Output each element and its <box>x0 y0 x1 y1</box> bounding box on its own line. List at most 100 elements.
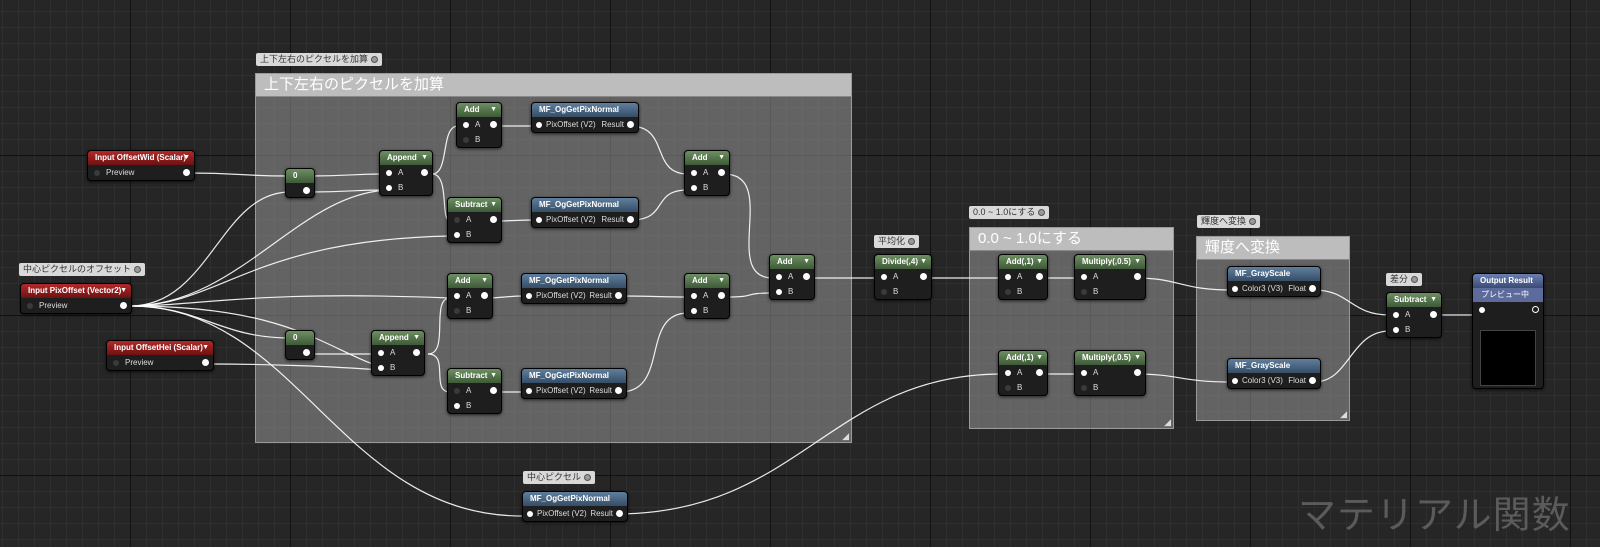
mf-get-pix-normal-node[interactable]: MF_OgGetPixNormal PixOffset (V2) Result <box>531 197 639 228</box>
pin-icon[interactable] <box>526 388 532 394</box>
pin-icon[interactable] <box>776 274 782 280</box>
input-pix-offset-node[interactable]: Input PixOffset (Vector2) ▼ Preview <box>20 283 132 314</box>
append-node[interactable]: Append ▼ A B <box>379 150 433 196</box>
output-pin[interactable] <box>1036 369 1043 376</box>
input-offset-hei-node[interactable]: Input OffsetHei (Scalar) ▼ Preview <box>106 340 214 371</box>
output-pin[interactable] <box>303 187 310 194</box>
pin-icon[interactable] <box>94 170 100 176</box>
constant-zero-node[interactable]: 0 <box>285 168 315 198</box>
pin-icon[interactable] <box>881 274 887 280</box>
pin-icon[interactable] <box>1081 370 1087 376</box>
collapse-arrow-icon[interactable]: ▼ <box>718 151 725 165</box>
pin-icon[interactable] <box>113 360 119 366</box>
collapse-arrow-icon[interactable]: ▼ <box>1036 351 1043 365</box>
output-pin[interactable] <box>481 292 488 299</box>
output-pin[interactable] <box>1532 306 1539 313</box>
pin-icon[interactable] <box>1081 289 1087 295</box>
pin-icon[interactable] <box>454 403 460 409</box>
output-pin[interactable] <box>615 387 622 394</box>
comment-bubble[interactable]: 輝度へ変換 <box>1197 215 1261 228</box>
collapse-arrow-icon[interactable]: ▼ <box>490 103 497 117</box>
pin-icon[interactable] <box>1005 385 1011 391</box>
pin-icon[interactable] <box>1393 312 1399 318</box>
input-offset-wid-node[interactable]: Input OffsetWid (Scalar) ▼ Preview <box>87 150 195 181</box>
collapse-arrow-icon[interactable]: ▼ <box>413 331 420 345</box>
add-node[interactable]: Add ▼ A B <box>456 102 502 148</box>
output-pin[interactable] <box>803 273 810 280</box>
divide-node[interactable]: Divide(,4) ▼ A B <box>874 254 932 300</box>
collapse-arrow-icon[interactable]: ▼ <box>183 151 190 165</box>
collapse-arrow-icon[interactable]: ▼ <box>718 274 725 288</box>
pin-icon[interactable] <box>1479 307 1485 313</box>
add-node[interactable]: Add ▼ A B <box>684 273 730 319</box>
append-node[interactable]: Append ▼ A B <box>371 330 425 376</box>
pin-icon[interactable] <box>691 293 697 299</box>
pin-icon[interactable] <box>1232 378 1238 384</box>
comment-bubble[interactable]: 0.0 ~ 1.0にする <box>969 206 1050 219</box>
output-pin[interactable] <box>202 359 209 366</box>
output-pin[interactable] <box>615 292 622 299</box>
output-pin[interactable] <box>1430 311 1437 318</box>
mf-grayscale-node[interactable]: MF_GrayScale Color3 (V3) Float <box>1227 266 1321 297</box>
pin-icon[interactable] <box>1005 274 1011 280</box>
pin-icon[interactable] <box>378 365 384 371</box>
pin-icon[interactable] <box>454 308 460 314</box>
output-pin[interactable] <box>413 349 420 356</box>
pin-icon[interactable] <box>454 217 460 223</box>
output-pin[interactable] <box>490 121 497 128</box>
add-node[interactable]: Add ▼ A B <box>447 273 493 319</box>
output-pin[interactable] <box>490 216 497 223</box>
pin-icon[interactable] <box>536 217 542 223</box>
pin-icon[interactable] <box>454 388 460 394</box>
mf-grayscale-node[interactable]: MF_GrayScale Color3 (V3) Float <box>1227 358 1321 389</box>
output-pin[interactable] <box>920 273 927 280</box>
collapse-arrow-icon[interactable]: ▼ <box>1134 351 1141 365</box>
collapse-arrow-icon[interactable]: ▼ <box>481 274 488 288</box>
pin-icon[interactable] <box>536 122 542 128</box>
collapse-arrow-icon[interactable]: ▼ <box>490 198 497 212</box>
collapse-arrow-icon[interactable]: ▼ <box>421 151 428 165</box>
pin-icon[interactable] <box>463 122 469 128</box>
collapse-arrow-icon[interactable]: ▼ <box>803 255 810 269</box>
comment-bubble[interactable]: 差分 <box>1386 273 1423 286</box>
output-pin[interactable] <box>303 349 310 356</box>
comment-bubble[interactable]: 上下左右のピクセルを加算 <box>256 53 383 66</box>
pin-icon[interactable] <box>691 170 697 176</box>
subtract-node[interactable]: Subtract ▼ A B <box>447 368 502 414</box>
collapse-arrow-icon[interactable]: ▼ <box>1036 255 1043 269</box>
output-pin[interactable] <box>1036 273 1043 280</box>
subtract-node[interactable]: Subtract ▼ A B <box>447 197 502 243</box>
comment-bubble[interactable]: 中心ピクセルのオフセット <box>19 263 146 276</box>
add-one-node[interactable]: Add(,1) ▼ A B <box>998 254 1048 300</box>
pin-icon[interactable] <box>776 289 782 295</box>
mf-get-pix-normal-center-node[interactable]: MF_OgGetPixNormal PixOffset (V2) Result <box>522 491 628 522</box>
collapse-arrow-icon[interactable]: ▼ <box>920 255 927 269</box>
comment-bubble[interactable]: 中心ピクセル <box>523 471 596 484</box>
pin-icon[interactable] <box>691 185 697 191</box>
comment-bubble[interactable]: 平均化 <box>874 235 920 248</box>
output-pin[interactable] <box>627 121 634 128</box>
output-pin[interactable] <box>1309 285 1316 292</box>
pin-icon[interactable] <box>386 170 392 176</box>
output-pin[interactable] <box>718 169 725 176</box>
output-pin[interactable] <box>1134 369 1141 376</box>
pin-icon[interactable] <box>454 293 460 299</box>
multiply-half-node[interactable]: Multiply(,0.5) ▼ A B <box>1074 254 1146 300</box>
pin-icon[interactable] <box>1005 370 1011 376</box>
pin-icon[interactable] <box>1005 289 1011 295</box>
output-pin[interactable] <box>616 510 623 517</box>
add-node[interactable]: Add ▼ A B <box>769 254 815 300</box>
collapse-arrow-icon[interactable]: ▼ <box>490 369 497 383</box>
pin-icon[interactable] <box>881 289 887 295</box>
output-pin[interactable] <box>490 387 497 394</box>
pin-icon[interactable] <box>454 232 460 238</box>
pin-icon[interactable] <box>1393 327 1399 333</box>
pin-icon[interactable] <box>527 511 533 517</box>
collapse-arrow-icon[interactable]: ▼ <box>120 284 127 298</box>
add-node[interactable]: Add ▼ A B <box>684 150 730 196</box>
add-one-node[interactable]: Add(,1) ▼ A B <box>998 350 1048 396</box>
mf-get-pix-normal-node[interactable]: MF_OgGetPixNormal PixOffset (V2) Result <box>521 273 627 304</box>
output-result-node[interactable]: Output Result プレビュー中 <box>1472 273 1544 389</box>
output-pin[interactable] <box>1309 377 1316 384</box>
mf-get-pix-normal-node[interactable]: MF_OgGetPixNormal PixOffset (V2) Result <box>521 368 627 399</box>
